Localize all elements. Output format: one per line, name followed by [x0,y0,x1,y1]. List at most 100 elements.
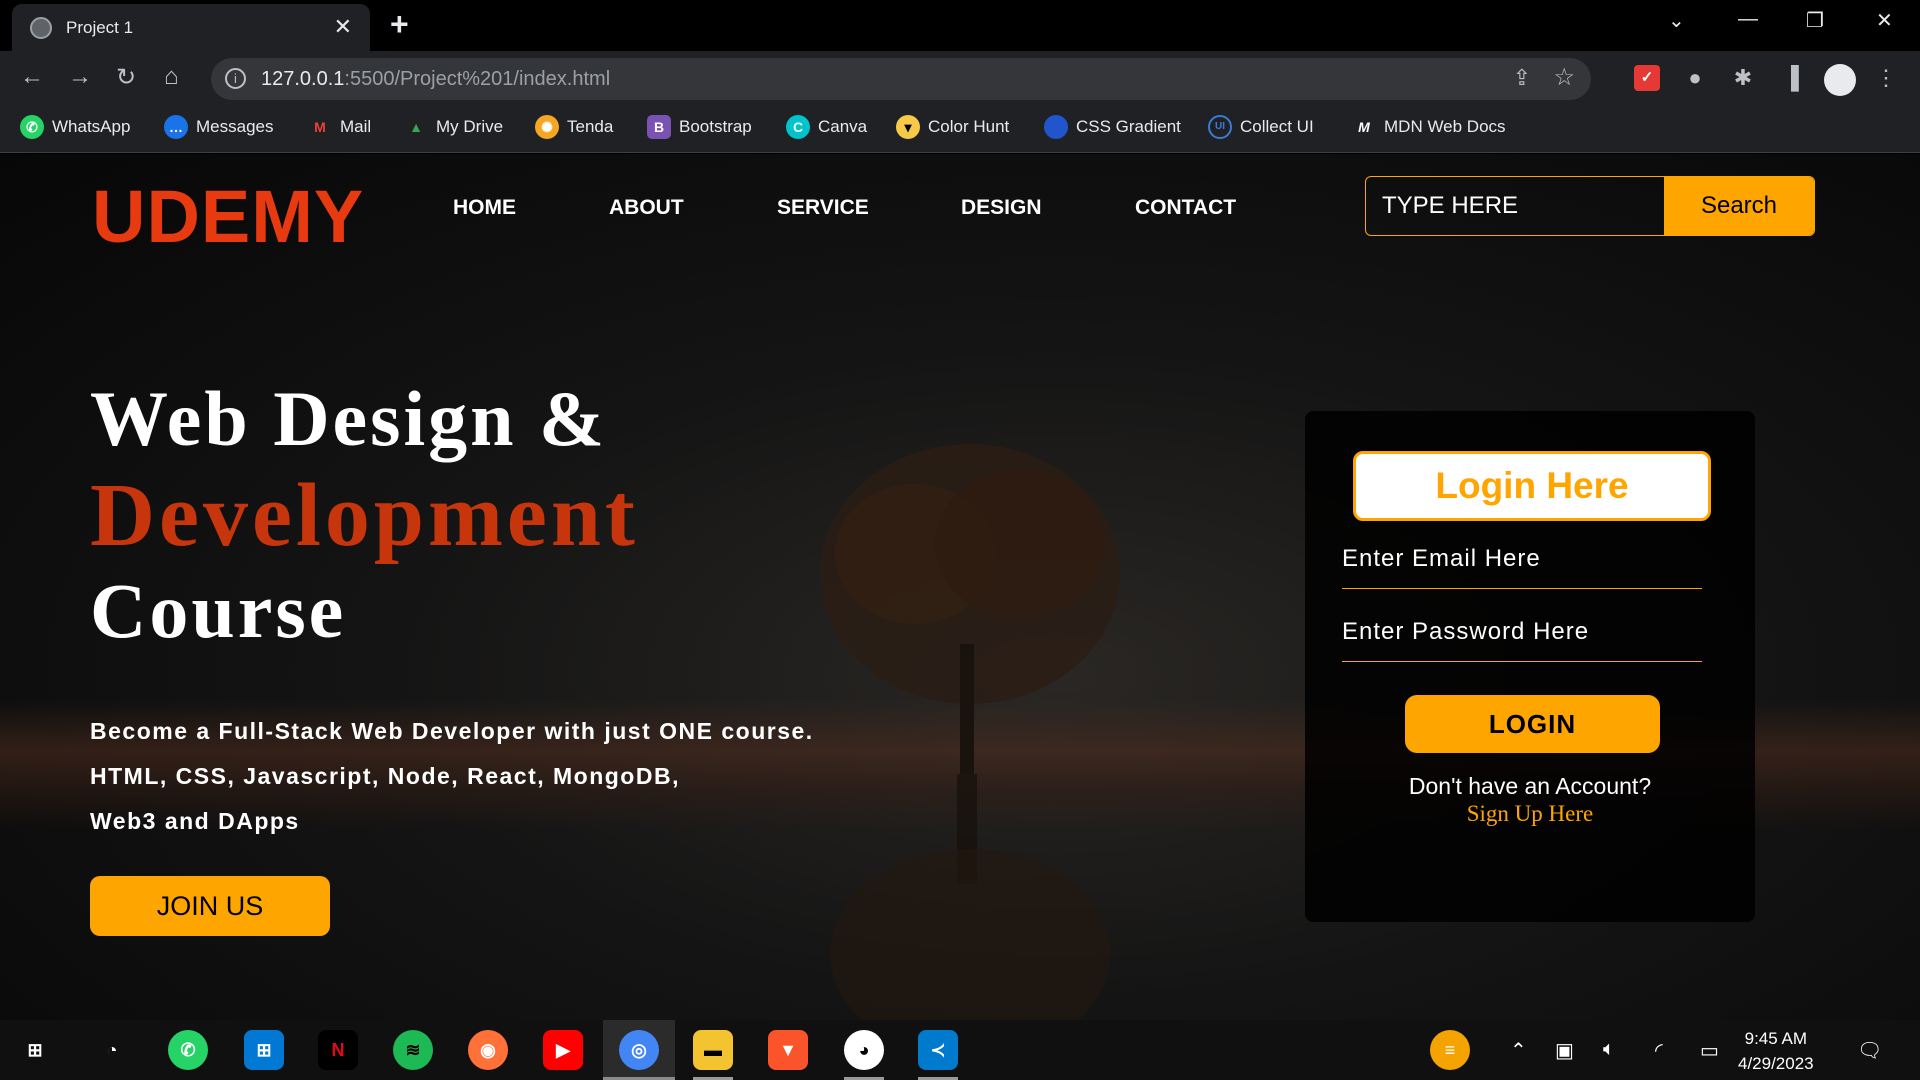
bootstrap-icon: B [647,115,671,139]
netflix-icon[interactable]: N [318,1030,358,1070]
network-icon[interactable]: ◜ [1655,1038,1663,1063]
volume-icon[interactable]: 🔈︎ [1603,1038,1615,1061]
minimize-icon[interactable]: — [1738,8,1758,31]
hero-description: Become a Full-Stack Web Developer with j… [90,709,814,844]
site-info-icon[interactable]: i [225,68,246,89]
whatsapp-taskbar-icon[interactable]: ✆ [168,1030,208,1070]
puzzle-extensions-icon[interactable]: ✱ [1730,65,1756,91]
colorhunt-icon: ▾ [896,115,920,139]
bookmark-star-icon[interactable]: ☆ [1553,63,1575,92]
bookmark-label: Canva [818,117,868,136]
clock-time: 9:45 AM [1744,1029,1807,1048]
tab-search-icon[interactable]: ⌄ [1668,8,1685,33]
address-bar[interactable]: i 127.0.0.1:5500/Project%201/index.html … [211,58,1591,100]
file-explorer-icon[interactable]: ▬ [693,1030,733,1070]
profile-avatar[interactable] [1824,64,1856,96]
nav-contact[interactable]: CONTACT [1135,196,1236,220]
brave-icon[interactable]: ▼ [768,1030,808,1070]
bookmark-label: MDN Web Docs [1384,117,1506,136]
extension-icon[interactable]: ● [1682,65,1708,91]
home-icon[interactable]: ⌂ [164,63,179,91]
nav-service[interactable]: SERVICE [777,196,869,220]
windows-start-icon[interactable]: ⊞ [15,1030,55,1070]
pocket-extension-icon[interactable]: ✓ [1634,65,1660,91]
speedometer-app-icon[interactable]: ◔ [92,1030,132,1070]
tree-silhouette-image [820,444,1120,1020]
search-button[interactable]: Search [1664,177,1814,235]
globe-icon [30,17,52,39]
reload-icon[interactable]: ↻ [116,63,136,92]
search-input[interactable] [1366,177,1666,235]
bookmark-bootstrap[interactable]: B Bootstrap [647,115,752,139]
close-window-icon[interactable]: ✕ [1876,8,1893,33]
firefox-icon[interactable]: ◉ [468,1030,508,1070]
microsoft-store-icon[interactable]: ⊞ [244,1030,284,1070]
weather-icon[interactable]: ≡ [1430,1030,1470,1070]
drive-icon: ▲ [409,119,423,135]
gmail-icon: M [314,119,326,135]
bookmark-color-hunt[interactable]: ▾ Color Hunt [896,115,1009,139]
url-text[interactable]: 127.0.0.1:5500/Project%201/index.html [261,68,610,91]
messages-icon: … [164,115,188,139]
bookmark-label: Messages [196,117,274,136]
share-icon[interactable]: ⇪ [1513,65,1531,91]
login-title: Login Here [1353,451,1711,521]
hero-title-line1: Web Design & [90,375,608,462]
youtube-icon[interactable]: ▶ [543,1030,583,1070]
chrome-icon[interactable]: ◎ [619,1030,659,1070]
bookmark-label: WhatsApp [52,117,131,136]
nav-design[interactable]: DESIGN [961,196,1042,220]
mdn-icon: M [1358,119,1370,135]
password-field[interactable]: Enter Password Here [1342,618,1702,662]
site-logo[interactable]: UDEMY [92,174,364,259]
bookmark-label: Color Hunt [928,117,1010,136]
browser-toolbar: ← → ↻ ⌂ i 127.0.0.1:5500/Project%201/ind… [0,51,1920,105]
nav-about[interactable]: ABOUT [609,196,684,220]
hero-title-line2: Development [90,466,639,565]
back-icon[interactable]: ← [20,63,44,91]
bookmark-collect-ui[interactable]: UI Collect UI [1208,115,1314,139]
system-clock[interactable]: 9:45 AM 4/29/2023 [1738,1026,1814,1076]
url-host: 127.0.0.1 [261,68,345,90]
tenda-icon: ✺ [535,115,559,139]
close-tab-icon[interactable]: ✕ [334,14,352,40]
browser-tab[interactable]: Project 1 ✕ [12,4,370,51]
bookmark-label: Collect UI [1240,117,1314,136]
battery-icon[interactable]: ▭ [1700,1038,1719,1063]
bookmarks-bar: ✆ WhatsApp … Messages M Mail ▲ My Drive ✺ Ten… [0,105,1920,153]
clock-date: 4/29/2023 [1738,1054,1814,1073]
bookmark-mdn[interactable]: M MDN Web Docs [1352,115,1506,139]
web-page: UDEMY HOME ABOUT SERVICE DESIGN CONTACT … [0,154,1920,1020]
hero-description-line3: Web3 and DApps [90,808,300,834]
signup-link[interactable]: Sign Up Here [1305,801,1755,827]
notifications-icon[interactable]: 🗨︎ [1857,1038,1882,1063]
new-tab-icon[interactable]: + [390,6,409,43]
bookmark-messages[interactable]: … Messages [164,115,273,139]
bookmark-label: Mail [340,117,372,136]
bookmark-css-gradient[interactable]: CSS Gradient [1044,115,1181,139]
canva-icon: C [786,115,810,139]
forward-icon[interactable]: → [68,63,92,91]
vscode-icon[interactable]: ≺ [918,1030,958,1070]
collectui-icon: UI [1208,115,1232,139]
bookmark-mail[interactable]: M Mail [308,115,371,139]
spotify-icon[interactable]: ≋ [393,1030,433,1070]
login-card: Login Here Enter Email Here Enter Passwo… [1305,411,1755,922]
join-us-button[interactable]: JOIN US [90,876,330,936]
menu-kebab-icon[interactable]: ⋮ [1873,65,1899,91]
bookmark-label: Bootstrap [679,117,752,136]
show-hidden-icons[interactable]: ⌃ [1510,1038,1527,1063]
bookmark-whatsapp[interactable]: ✆ WhatsApp [20,115,130,139]
restore-icon[interactable]: ❐ [1806,8,1824,33]
login-button[interactable]: LOGIN [1405,695,1660,753]
bookmark-my-drive[interactable]: ▲ My Drive [404,115,503,139]
bookmark-tenda[interactable]: ✺ Tenda [535,115,613,139]
bookmark-canva[interactable]: C Canva [786,115,867,139]
url-path: :5500/Project%201/index.html [344,68,611,90]
github-desktop-icon[interactable]: ◕ [844,1030,884,1070]
nav-home[interactable]: HOME [453,196,516,220]
tab-title: Project 1 [66,18,134,37]
meet-now-icon[interactable]: ▣ [1555,1038,1574,1063]
side-panel-icon[interactable]: ▐ [1778,65,1804,91]
email-field[interactable]: Enter Email Here [1342,545,1702,589]
